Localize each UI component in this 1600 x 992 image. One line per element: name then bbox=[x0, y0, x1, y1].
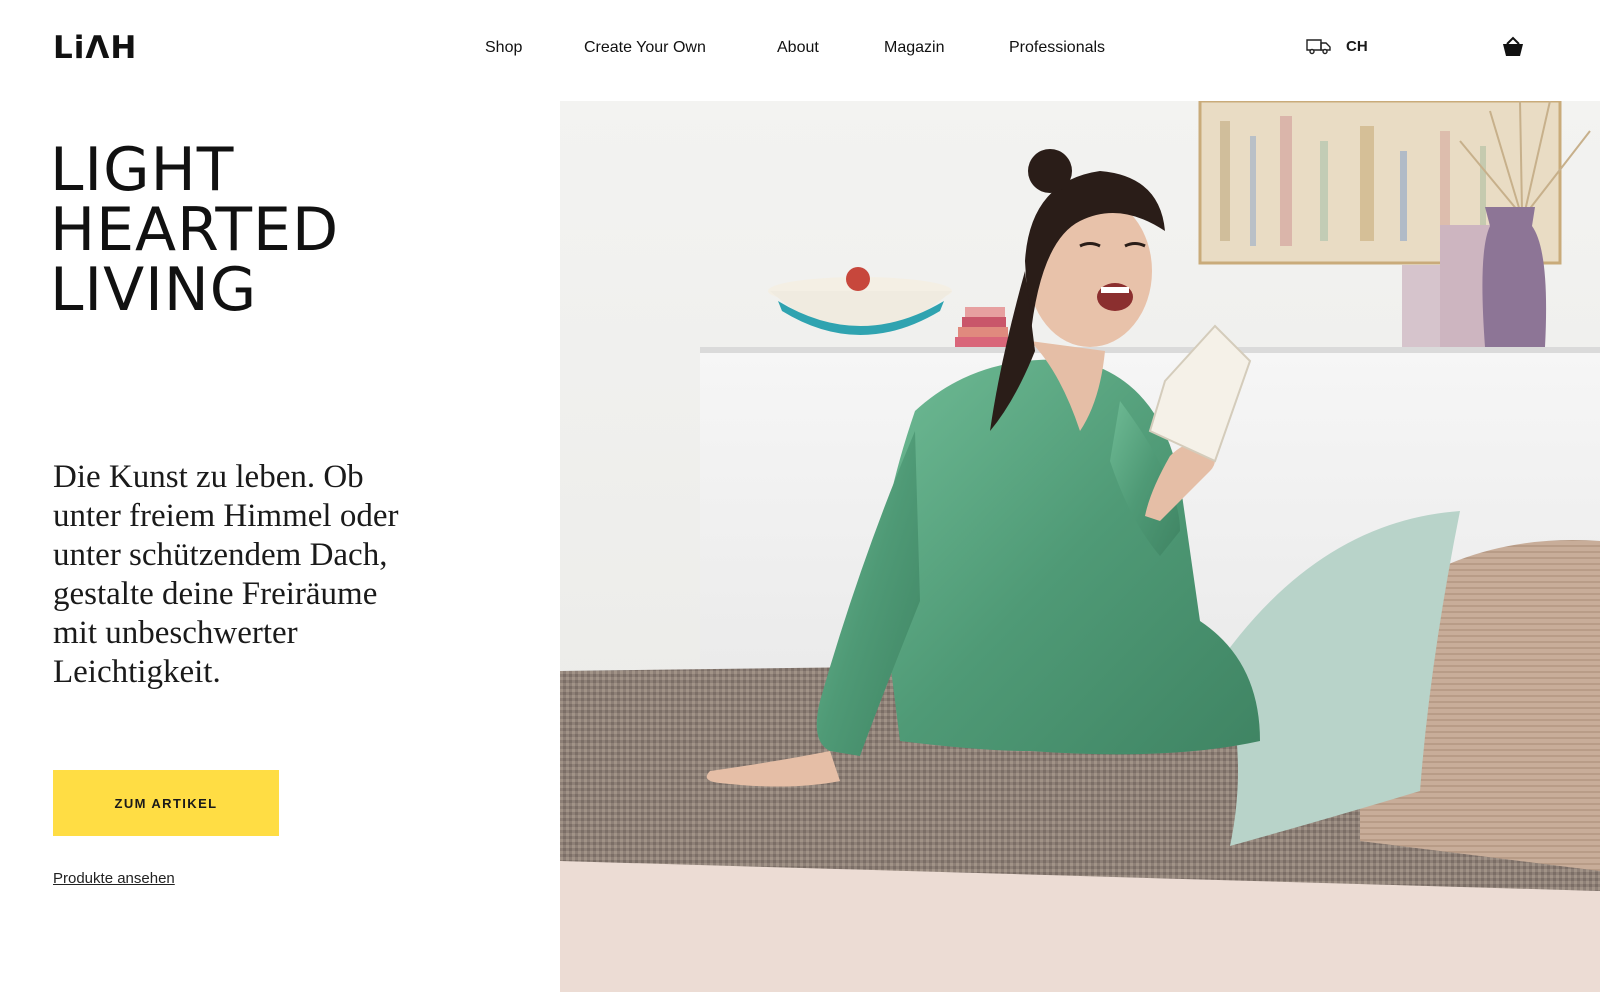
region-selector[interactable]: CH bbox=[1306, 37, 1368, 55]
hero-illustration bbox=[560, 101, 1600, 992]
headline-line-2: HEARTED bbox=[50, 195, 340, 265]
nav-item-shop[interactable]: Shop bbox=[485, 39, 522, 57]
basket-icon[interactable] bbox=[1502, 36, 1524, 58]
site-header: LiΛH Shop Create Your Own About Magazin … bbox=[0, 0, 1600, 100]
truck-icon bbox=[1306, 39, 1331, 55]
hero-image bbox=[560, 101, 1600, 992]
brand-logo[interactable]: LiΛH bbox=[53, 30, 137, 66]
nav-item-create-your-own[interactable]: Create Your Own bbox=[584, 39, 706, 57]
headline-line-1: LIGHT bbox=[50, 135, 235, 205]
nav-item-about[interactable]: About bbox=[777, 39, 819, 57]
hero-headline: LIGHT HEARTED LIVING bbox=[50, 140, 339, 320]
headline-line-3: LIVING bbox=[50, 255, 258, 325]
nav-item-professionals[interactable]: Professionals bbox=[1009, 39, 1105, 57]
zum-artikel-button[interactable]: ZUM ARTIKEL bbox=[53, 770, 279, 836]
nav-item-magazin[interactable]: Magazin bbox=[884, 39, 944, 57]
hero-lead-text: Die Kunst zu leben. Ob unter freiem Himm… bbox=[53, 459, 399, 690]
region-code: CH bbox=[1346, 37, 1368, 55]
produkte-ansehen-link[interactable]: Produkte ansehen bbox=[53, 870, 175, 887]
